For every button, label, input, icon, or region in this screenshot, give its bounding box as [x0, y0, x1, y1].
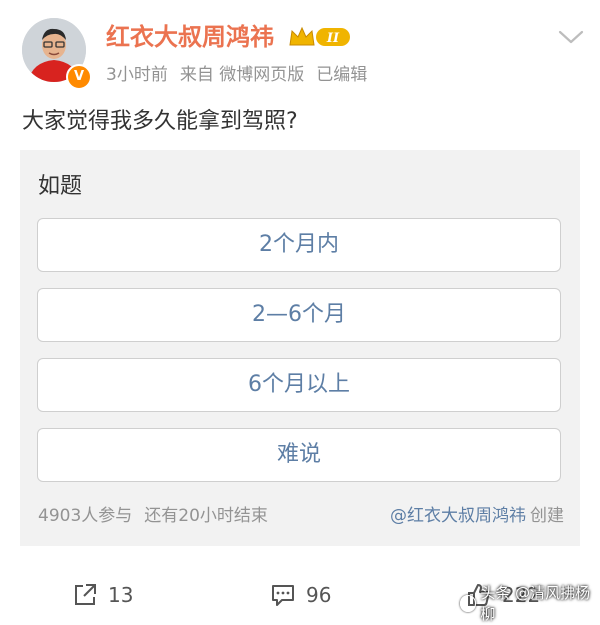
poll-footer: 4903人参与 还有20小时结束 @红衣大叔周鸿祎 创建 — [38, 501, 564, 531]
watermark-logo — [460, 594, 477, 612]
vip-crown-icon: II — [289, 26, 350, 46]
poll-title: 如题 — [38, 174, 83, 199]
created-label: 创建 — [530, 506, 564, 526]
repost-icon — [75, 584, 96, 605]
edited-label[interactable]: 已编辑 — [316, 65, 367, 85]
comment-button[interactable]: 96 — [270, 578, 331, 612]
poll-option[interactable]: 2个月内 — [37, 218, 561, 272]
poll-option[interactable]: 6个月以上 — [37, 358, 561, 412]
watermark-text: 头条 @清风拂杨柳 — [480, 584, 591, 623]
username[interactable]: 红衣大叔周鸿祎 — [106, 20, 274, 54]
poll-option[interactable]: 2—6个月 — [37, 288, 561, 342]
poll-card: 如题 2个月内 2—6个月 6个月以上 难说 4903人参与 还有20小时结束 @… — [20, 150, 580, 546]
poll-stats: 4903人参与 还有20小时结束 — [38, 501, 280, 531]
verified-icon: V — [66, 64, 92, 90]
post-text: 大家觉得我多久能拿到驾照? — [22, 109, 298, 134]
poll-creator: @红衣大叔周鸿祎 创建 — [390, 501, 564, 531]
source: 来自 微博网页版 — [179, 65, 305, 85]
creator-mention-link[interactable]: @红衣大叔周鸿祎 — [390, 506, 526, 526]
vip-level-text: II — [326, 31, 340, 46]
poll-participants: 4903人参与 — [38, 506, 133, 526]
weibo-post: V 红衣大叔周鸿祎 II 3小时前 来自 微博网页版 已编辑 大家觉得我多久能拿到驾… — [0, 0, 600, 625]
poll-time-left: 还有20小时结束 — [144, 506, 268, 526]
timestamp[interactable]: 3小时前 — [106, 65, 168, 85]
comment-icon — [272, 585, 294, 606]
post-meta: 3小时前 来自 微博网页版 已编辑 — [106, 62, 379, 88]
watermark: 头条 @清风拂杨柳 — [460, 584, 600, 623]
repost-button[interactable]: 13 — [72, 578, 133, 612]
comment-count: 96 — [306, 583, 332, 607]
chevron-down-icon[interactable] — [556, 24, 586, 50]
poll-option[interactable]: 难说 — [37, 428, 561, 482]
repost-count: 13 — [108, 583, 134, 607]
